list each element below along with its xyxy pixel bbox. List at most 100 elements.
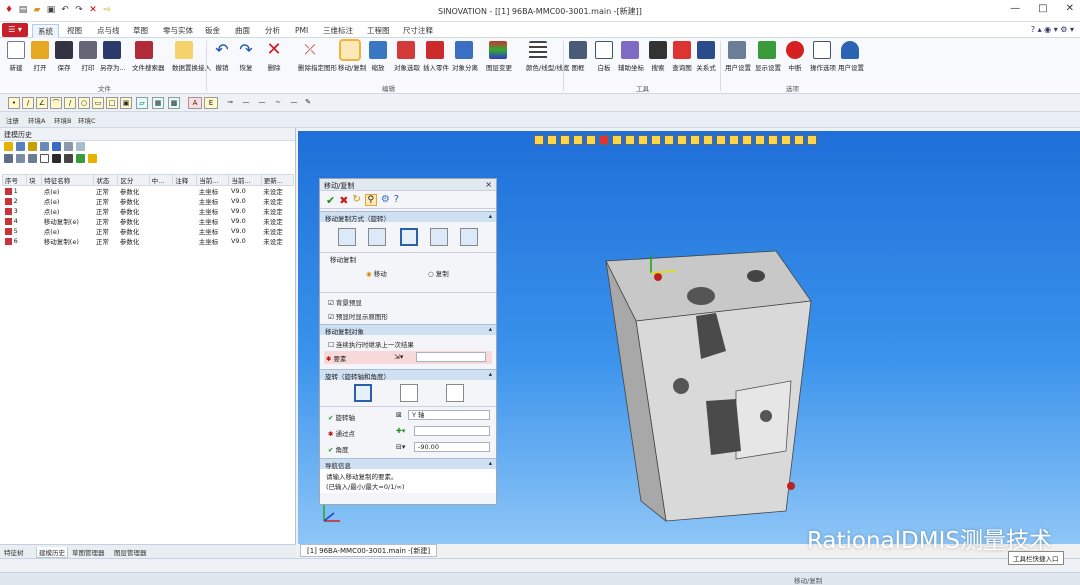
filter-icon[interactable] (16, 142, 25, 151)
three-point-mode-icon[interactable] (400, 384, 418, 402)
square-tool-icon[interactable]: □ (106, 97, 118, 109)
user-settings-button[interactable]: 用户设置 (725, 41, 751, 72)
aux-coordinate-button[interactable]: 辅助坐标 (618, 41, 644, 72)
dashline-tool-icon[interactable]: ⊸ (224, 97, 236, 109)
operation-options-button[interactable]: 操作选项 (810, 41, 836, 72)
auto-icon[interactable]: A (188, 97, 202, 109)
table-row[interactable]: 3 点(e) 正常 参数化 主坐标 V9.0 未设定 (3, 206, 294, 216)
line-style-2-icon[interactable]: — (256, 97, 268, 109)
minimize-button[interactable]: — (1010, 3, 1020, 14)
table-row[interactable]: 1 点(e) 正常 参数化 主坐标 V9.0 未设定 (3, 186, 294, 196)
confirm-check-icon[interactable]: ✔ (326, 194, 335, 207)
help-icon[interactable] (88, 154, 97, 163)
color-linetype-button[interactable]: 颜色/线型/线宽 (526, 41, 569, 72)
cancel-x-icon[interactable]: ✖ (339, 194, 348, 207)
col-state[interactable]: 状态 (93, 174, 119, 186)
rect-icon[interactable] (40, 154, 49, 163)
3d-part-model[interactable] (586, 241, 816, 531)
section-objects[interactable]: 移动复制对象 ▴ (320, 324, 496, 336)
tab-dimension[interactable]: 尺寸注释 (398, 24, 438, 38)
play-icon[interactable] (28, 142, 37, 151)
undo-button[interactable]: ↶ 撤销 (210, 41, 234, 73)
file-searcher-button[interactable]: 文件搜索器 (132, 41, 165, 72)
view-bottom-icon[interactable] (651, 135, 661, 145)
col-type[interactable]: 区分 (117, 174, 150, 186)
frame-tool-icon[interactable]: ▣ (120, 97, 132, 109)
delete-button[interactable]: ✕ 删除 (262, 41, 286, 73)
new-button[interactable]: 新建 (4, 41, 28, 72)
col-block[interactable]: 块 (25, 174, 43, 186)
list-icon[interactable] (4, 154, 13, 163)
view-zoom-icon[interactable] (560, 135, 570, 145)
translate-mode-icon[interactable] (338, 228, 356, 246)
env-tab-b[interactable]: 环境B (54, 115, 71, 125)
tab-solid[interactable]: 零与实体 (158, 24, 198, 38)
view-iso-icon[interactable] (690, 135, 700, 145)
axis-select[interactable]: Y 轴 (408, 410, 490, 420)
point-input[interactable] (414, 426, 490, 436)
open-button[interactable]: 打开 (28, 41, 52, 72)
slash-tool-icon[interactable]: / (64, 97, 76, 109)
stop-icon[interactable] (52, 142, 61, 151)
save-button[interactable]: 保存 (52, 41, 76, 72)
tab-system[interactable]: 系统 (32, 24, 59, 38)
element-picker-icon[interactable]: ⇲▾ (394, 353, 403, 361)
two-point-mode-icon[interactable] (368, 228, 386, 246)
view-arrow-icon[interactable] (534, 135, 544, 145)
search-button[interactable]: 搜索 (646, 41, 670, 72)
tab-view[interactable]: 视图 (62, 24, 87, 38)
col-current-1[interactable]: 当前... (196, 174, 230, 186)
tab-drawing[interactable]: 工程图 (362, 24, 395, 38)
arc-tool-icon[interactable]: ⌒ (50, 97, 62, 109)
app-menu-button[interactable]: ☰ ▾ (2, 23, 28, 37)
eye-icon[interactable] (52, 154, 61, 163)
align-mode-icon[interactable] (460, 228, 478, 246)
refresh-icon[interactable] (76, 154, 85, 163)
radio-move[interactable]: ◉ 移动 (366, 268, 387, 278)
stop-button[interactable]: 中断 (783, 41, 807, 72)
view-iso4-icon[interactable] (729, 135, 739, 145)
image-tool-icon[interactable]: ▦ (152, 97, 164, 109)
rect-tool-icon[interactable]: ▭ (92, 97, 104, 109)
view-rotate-icon[interactable] (586, 135, 596, 145)
col-index[interactable]: 序号 (2, 174, 27, 186)
view-section-icon[interactable] (599, 135, 609, 145)
angle-picker-icon[interactable]: ⊟▾ (396, 443, 405, 451)
view-left-icon[interactable] (664, 135, 674, 145)
col-current-2[interactable]: 当前... (228, 174, 262, 186)
document-tab[interactable]: [1] 96BA-MMC00-3001.main -[新建] (300, 544, 438, 557)
env-tab-register[interactable]: 注册 (6, 115, 19, 125)
tree-icon[interactable] (28, 154, 37, 163)
view-back-icon[interactable] (625, 135, 635, 145)
help-icon[interactable]: ? (394, 194, 399, 205)
layer-change-button[interactable]: 图层变更 (486, 41, 512, 72)
circle-tool-icon[interactable]: ○ (78, 97, 90, 109)
close-button[interactable]: ✕ (1066, 3, 1074, 14)
maximize-button[interactable]: □ (1038, 3, 1047, 14)
col-update[interactable]: 更新... (260, 174, 295, 186)
data-replace-button[interactable]: 数据置换接入 (172, 41, 211, 72)
whiteboard-button[interactable]: 白板 (592, 41, 616, 72)
table-row[interactable]: 2 点(e) 正常 参数化 主坐标 V9.0 未设定 (3, 196, 294, 206)
env-tab-a[interactable]: 环境A (28, 115, 45, 125)
pen-icon[interactable]: ✎ (302, 97, 314, 109)
redo-button[interactable]: ↷ 恢复 (234, 41, 258, 73)
tab-feature-tree[interactable]: 特征树 (4, 547, 24, 557)
exit-icon[interactable]: E (204, 97, 218, 109)
arrow-icon[interactable] (4, 142, 13, 151)
expand-icon[interactable] (76, 142, 85, 151)
display-settings-button[interactable]: 显示设置 (755, 41, 781, 72)
view-hidden-icon[interactable] (768, 135, 778, 145)
view-fit-icon[interactable] (547, 135, 557, 145)
tab-modeling-history[interactable]: 建模历史 (36, 547, 68, 558)
line-style-3-icon[interactable]: — (288, 97, 300, 109)
section-rotation[interactable]: 旋转（旋转轴和角度） ▴ (320, 369, 496, 381)
angle-input[interactable]: -90.00 (414, 442, 490, 452)
section-navigation[interactable]: 导航信息 ▴ (320, 458, 496, 470)
tab-surface[interactable]: 曲面 (230, 24, 255, 38)
mirror-mode-icon[interactable] (430, 228, 448, 246)
col-feature-name[interactable]: 特征名称 (41, 174, 95, 186)
plane-tool-icon[interactable]: ▱ (136, 97, 148, 109)
wave-line-icon[interactable]: ∼ (272, 97, 284, 109)
query-button[interactable]: 查询图 (670, 41, 694, 72)
